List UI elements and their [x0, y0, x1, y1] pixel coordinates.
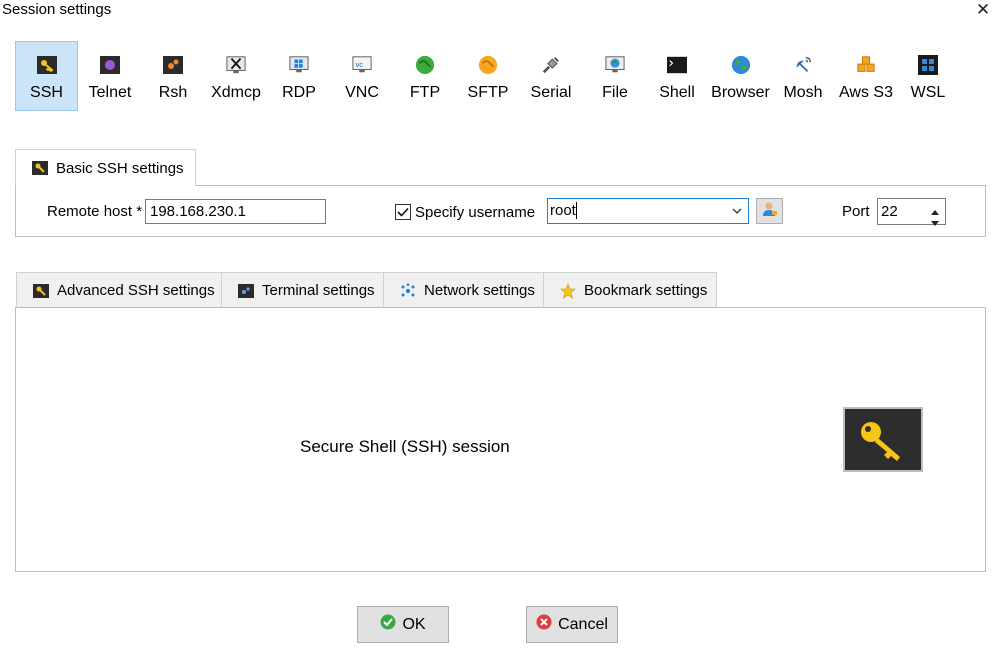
session-type-browser[interactable]: Browser [709, 41, 772, 111]
session-type-label: Shell [659, 84, 695, 101]
shell-terminal-icon [667, 55, 687, 75]
svg-text:vc: vc [356, 60, 364, 69]
ssh-key-icon [33, 283, 49, 298]
check-circle-icon [380, 614, 396, 635]
ssh-key-large-icon [843, 407, 923, 472]
telnet-icon [100, 55, 120, 75]
xdmcp-icon [226, 55, 246, 75]
port-label: Port [842, 203, 870, 220]
session-type-label: WSL [910, 84, 946, 101]
session-type-shell[interactable]: Shell [656, 41, 698, 111]
session-type-label: FTP [409, 84, 441, 101]
chevron-down-icon[interactable] [731, 204, 743, 221]
rsh-icon [163, 55, 183, 75]
session-type-label: Serial [530, 84, 572, 101]
session-type-sftp[interactable]: SFTP [463, 41, 513, 111]
network-icon [400, 283, 416, 298]
tab-bookmark-settings[interactable]: Bookmark settings [543, 272, 717, 308]
session-type-vnc[interactable]: vc VNC [340, 41, 384, 111]
tab-label: Advanced SSH settings [57, 282, 215, 299]
session-type-label: Telnet [88, 84, 132, 101]
port-spinbox[interactable]: 22 [877, 198, 946, 226]
close-icon[interactable]: ✕ [972, 0, 994, 20]
browser-globe-icon [731, 55, 751, 75]
vnc-icon: vc [352, 55, 372, 75]
session-type-rdp[interactable]: RDP [276, 41, 322, 111]
session-type-label: Aws S3 [839, 84, 893, 101]
serial-plug-icon [541, 55, 561, 75]
session-type-label: RDP [282, 84, 316, 101]
specify-username-checkbox[interactable] [395, 204, 411, 220]
ssh-key-icon [32, 161, 48, 175]
session-type-label: Rsh [158, 84, 188, 101]
mosh-satellite-icon [793, 55, 813, 75]
session-type-ftp[interactable]: FTP [404, 41, 446, 111]
session-type-wsl[interactable]: WSL [906, 41, 950, 111]
tab-label: Terminal settings [262, 282, 375, 299]
cancel-label: Cancel [558, 615, 608, 633]
user-icon [761, 200, 779, 222]
tab-terminal-settings[interactable]: Terminal settings [221, 272, 384, 308]
tab-network-settings[interactable]: Network settings [383, 272, 544, 308]
session-type-label: Mosh [783, 84, 823, 101]
user-manager-button[interactable] [756, 198, 783, 224]
username-value: root [550, 202, 576, 219]
session-type-label: SSH [30, 84, 63, 101]
session-type-mosh[interactable]: Mosh [781, 41, 825, 111]
ssh-key-icon [36, 55, 57, 75]
session-type-file[interactable]: File [596, 41, 634, 111]
remote-host-input[interactable] [145, 199, 326, 224]
wsl-windows-icon [918, 55, 938, 75]
terminal-icon [238, 283, 254, 298]
rdp-icon [289, 55, 309, 75]
window-title: Session settings [2, 1, 112, 18]
tab-label: Bookmark settings [584, 282, 708, 299]
session-type-telnet[interactable]: Telnet [85, 41, 135, 111]
session-type-serial[interactable]: Serial [527, 41, 575, 111]
username-combobox[interactable]: root [547, 198, 749, 224]
ftp-icon [415, 55, 435, 75]
port-value: 22 [881, 203, 898, 220]
session-description: Secure Shell (SSH) session [300, 437, 510, 456]
cancel-circle-icon [536, 614, 552, 635]
spin-down-icon[interactable] [930, 214, 940, 231]
cancel-button[interactable]: Cancel [526, 606, 618, 643]
session-type-rsh[interactable]: Rsh [152, 41, 194, 111]
session-type-label: File [602, 84, 628, 101]
aws-s3-cubes-icon [856, 55, 876, 75]
session-type-label: VNC [345, 84, 379, 101]
text-cursor [576, 202, 577, 219]
ok-button[interactable]: OK [357, 606, 449, 643]
session-type-label: Xdmcp [211, 84, 261, 101]
session-type-xdmcp[interactable]: Xdmcp [207, 41, 265, 111]
remote-host-label: Remote host * [47, 203, 143, 220]
tab-basic-ssh-settings[interactable]: Basic SSH settings [15, 149, 196, 186]
tab-label: Network settings [424, 282, 535, 299]
ok-label: OK [402, 615, 426, 633]
session-type-label: Browser [711, 84, 770, 101]
tab-label: Basic SSH settings [56, 159, 184, 177]
tab-advanced-ssh-settings[interactable]: Advanced SSH settings [16, 272, 222, 308]
sftp-icon [478, 55, 498, 75]
file-globe-icon [605, 55, 625, 75]
specify-username-label: Specify username [415, 204, 536, 221]
session-type-ssh[interactable]: SSH [15, 41, 78, 111]
star-icon [560, 282, 576, 299]
session-type-aws-s3[interactable]: Aws S3 [836, 41, 896, 111]
session-type-label: SFTP [467, 84, 509, 101]
